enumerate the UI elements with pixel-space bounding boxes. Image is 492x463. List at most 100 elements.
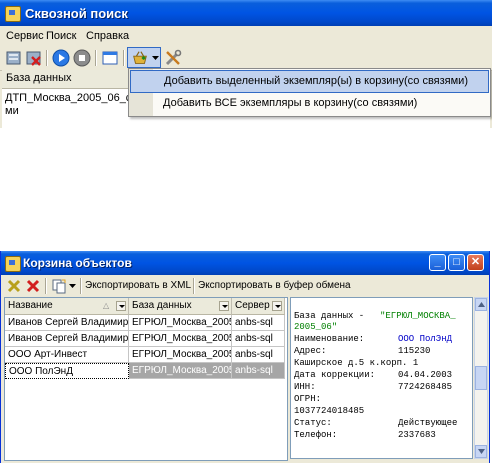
menu-item-label: Добавить ВСЕ экземпляры в корзину(со свя… <box>163 97 418 109</box>
minimize-button[interactable]: _ <box>429 254 446 271</box>
sort-asc-icon: △ <box>103 301 110 310</box>
title-bar[interactable]: Корзина объектов _ □ ✕ <box>1 251 489 275</box>
chevron-down-icon[interactable] <box>69 284 76 289</box>
menu-bar: Сервис Поиск Справка <box>0 26 492 46</box>
detail-db-value: "ЕГРЮЛ_МОСКВА_ <box>380 311 456 321</box>
filter-dropdown-icon[interactable] <box>116 301 126 311</box>
menu-help[interactable]: Справка <box>86 30 129 42</box>
scroll-down-button[interactable] <box>475 445 487 458</box>
detail-address-value: 115230 <box>398 346 431 356</box>
menu-item-label: Добавить выделенный экземпляр(ы) в корзи… <box>164 75 468 87</box>
cell-server: anbs-sql <box>232 363 285 379</box>
detail-inn-label: ИНН: <box>294 382 316 392</box>
app-icon <box>5 6 21 22</box>
scroll-up-button[interactable] <box>475 298 487 311</box>
results-cell[interactable]: ДТП_Москва_2005_06_с_ <box>5 92 137 104</box>
table-row[interactable]: Иванов Сергей Владимирс ЕГРЮЛ_Москва_200… <box>5 331 285 347</box>
scroll-thumb[interactable] <box>475 366 487 390</box>
close-button[interactable]: ✕ <box>467 254 484 271</box>
menu-item-add-selected[interactable]: Добавить выделенный экземпляр(ы) в корзи… <box>130 70 489 93</box>
detail-ogrn-value: 1037724018485 <box>294 406 365 416</box>
toolbar-separator <box>46 50 48 66</box>
basket-add-button[interactable] <box>127 47 161 68</box>
play-icon[interactable] <box>51 48 71 68</box>
filter-dropdown-icon[interactable] <box>219 301 229 311</box>
cell-name: Иванов Сергей Владимирс <box>5 331 129 347</box>
column-header-server[interactable]: Сервер <box>232 298 285 315</box>
detail-phone-value: 2337683 <box>398 430 436 440</box>
cell-database: ЕГРЮЛ_Москва_2005 <box>129 331 232 347</box>
minimize-icon: _ <box>434 256 441 268</box>
database-icon[interactable] <box>4 48 24 68</box>
menu-search[interactable]: Поиск <box>46 30 76 42</box>
filter-dropdown-icon[interactable] <box>272 301 282 311</box>
column-header-name[interactable]: Название △ <box>5 298 129 315</box>
export-clipboard-button[interactable]: Экспортировать в буфер обмена <box>198 280 351 291</box>
detail-address-label: Адрес: <box>294 346 327 356</box>
table-row[interactable]: Иванов Сергей Владимирс ЕГРЮЛ_Москва_200… <box>5 315 285 331</box>
chevron-down-icon <box>152 56 159 60</box>
basket-toolbar: Экспортировать в XML Экспортировать в бу… <box>1 275 489 297</box>
object-detail-panel: База данных - "ЕГРЮЛ_МОСКВА_ 2005_06" На… <box>290 297 473 459</box>
basket-icon <box>133 51 147 64</box>
chevron-up-icon <box>478 302 485 307</box>
column-header-database[interactable]: База данных <box>6 72 72 84</box>
toolbar-separator <box>193 278 195 294</box>
detail-db-value-cont: 2005_06" <box>294 322 338 332</box>
cell-server: anbs-sql <box>232 331 285 347</box>
column-header-label: Сервер <box>235 300 270 311</box>
window-icon[interactable] <box>100 48 120 68</box>
delete-icon[interactable] <box>25 278 41 294</box>
cell-name: ООО Арт-Инвест <box>5 347 129 363</box>
detail-name-value: ООО ПолЭнД <box>398 334 453 344</box>
window-title: Сквозной поиск <box>25 6 128 21</box>
tools-icon[interactable] <box>163 48 183 68</box>
cell-database: ЕГРЮЛ_Москва_2005 <box>129 347 232 363</box>
detail-db-label: База данных - <box>294 311 365 321</box>
search-window: Сквозной поиск Сервис Поиск Справка База… <box>0 0 492 128</box>
cell-name: Иванов Сергей Владимирс <box>5 315 129 331</box>
detail-ogrn-label: ОГРН: <box>294 394 322 404</box>
column-header-label: Название <box>8 300 53 311</box>
window-title: Корзина объектов <box>23 256 132 270</box>
cell-database: ЕГРЮЛ_Москва_2005 <box>129 315 232 331</box>
vertical-scrollbar[interactable] <box>474 297 488 459</box>
close-icon: ✕ <box>470 256 481 268</box>
column-header-database[interactable]: База данных <box>129 298 232 315</box>
menu-service[interactable]: Сервис <box>6 30 44 42</box>
toolbar-separator <box>45 278 47 294</box>
toolbar-separator <box>123 50 125 66</box>
toolbar-separator <box>95 50 97 66</box>
basket-table: Название △ База данных Сервер Иванов Сер… <box>4 297 288 461</box>
cell-database: ЕГРЮЛ_Москва_2005 <box>129 363 232 379</box>
toolbar-separator <box>80 278 82 294</box>
maximize-button[interactable]: □ <box>448 254 465 271</box>
detail-name-label: Наименование: <box>294 334 365 344</box>
column-header-label: База данных <box>132 300 192 311</box>
detail-correction-value: 04.04.2003 <box>398 370 453 380</box>
maximize-icon: □ <box>453 256 460 268</box>
table-row-selected[interactable]: ООО ПолЭнД ЕГРЮЛ_Москва_2005 anbs-sql <box>5 363 285 379</box>
stop-icon[interactable] <box>72 48 92 68</box>
chevron-down-icon <box>478 449 485 454</box>
detail-address-line: Каширское д.5 к.корп. 1 <box>294 358 419 368</box>
table-row[interactable]: ООО Арт-Инвест ЕГРЮЛ_Москва_2005 anbs-sq… <box>5 347 285 363</box>
clear-basket-icon[interactable] <box>6 278 22 294</box>
cell-name: ООО ПолЭнД <box>5 363 129 379</box>
menu-item-add-all[interactable]: Добавить ВСЕ экземпляры в корзину(со свя… <box>130 93 489 114</box>
detail-inn-value: 7724268485 <box>398 382 453 392</box>
context-menu: Добавить выделенный экземпляр(ы) в корзи… <box>128 68 491 117</box>
detail-correction-label: Дата коррекции: <box>294 370 376 380</box>
title-bar[interactable]: Сквозной поиск <box>0 0 492 26</box>
copy-icon[interactable] <box>51 278 67 294</box>
cell-server: anbs-sql <box>232 315 285 331</box>
database-remove-icon[interactable] <box>24 48 44 68</box>
basket-window: Корзина объектов _ □ ✕ Экспортировать в … <box>0 251 490 463</box>
export-xml-button[interactable]: Экспортировать в XML <box>85 280 191 291</box>
app-icon <box>5 256 21 272</box>
detail-status-value: Действующее <box>398 418 458 428</box>
results-cell[interactable]: ми <box>5 105 19 117</box>
detail-status-label: Статус: <box>294 418 332 428</box>
cell-server: anbs-sql <box>232 347 285 363</box>
detail-phone-label: Телефон: <box>294 430 338 440</box>
